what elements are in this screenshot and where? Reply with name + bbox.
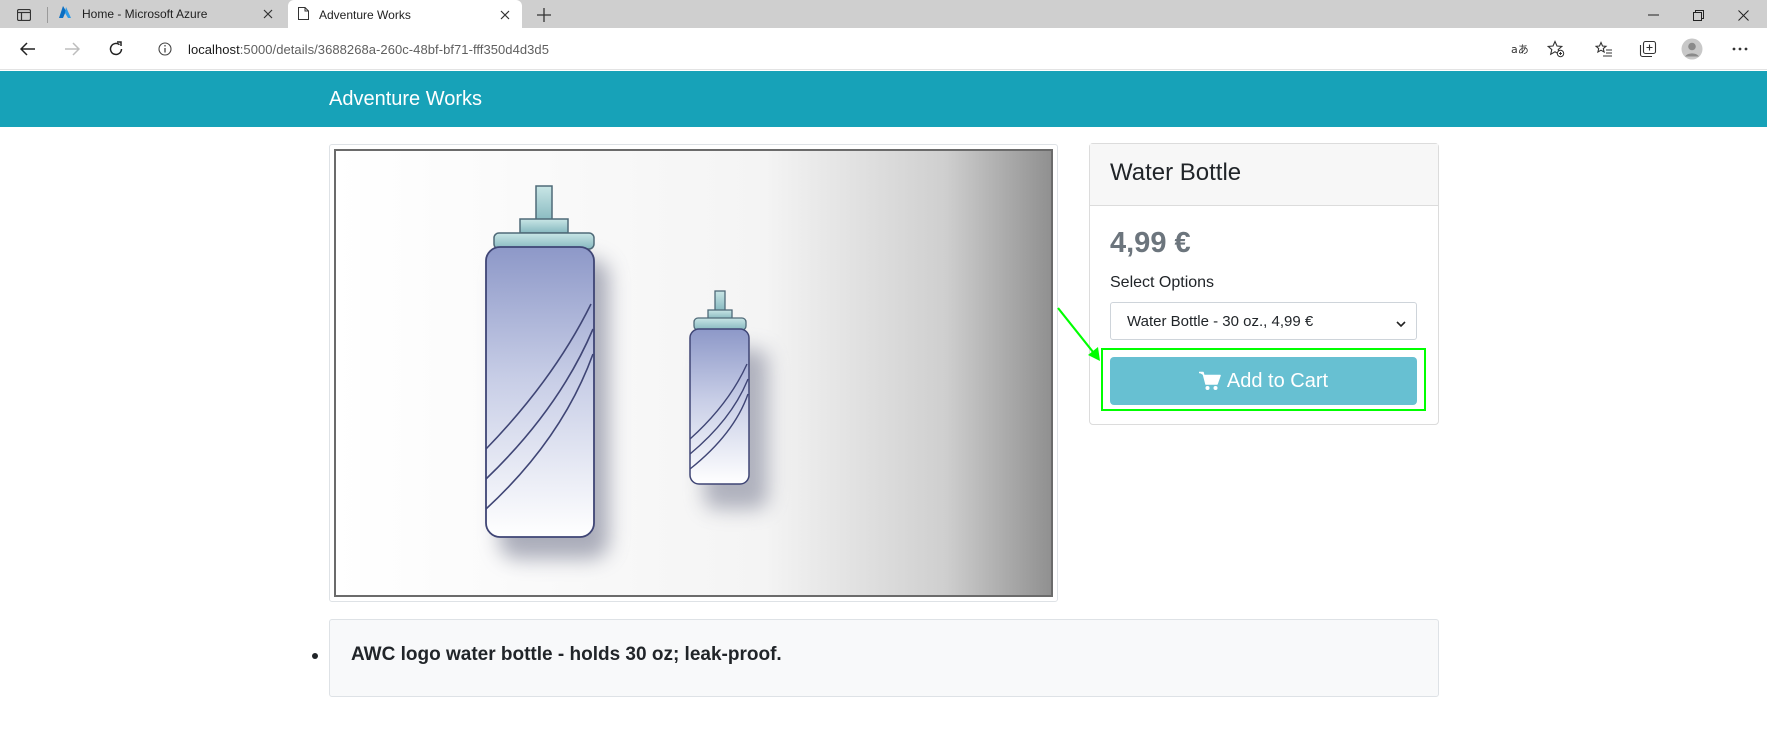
close-window-icon[interactable]	[1732, 4, 1754, 26]
url-host: localhost	[188, 41, 240, 57]
selected-option: Water Bottle - 30 oz., 4,99 €	[1127, 312, 1314, 330]
product-title: Water Bottle	[1110, 159, 1242, 186]
tab-divider	[47, 7, 48, 23]
tab-title: Home - Microsoft Azure	[82, 7, 208, 21]
svg-text:aあ: aあ	[1511, 43, 1529, 56]
tab-title: Adventure Works	[319, 8, 411, 22]
info-icon[interactable]	[154, 38, 176, 60]
product-info-card: Water Bottle 4,99 € Select Options Water…	[1089, 143, 1439, 425]
add-to-cart-button[interactable]: Add to Cart	[1110, 357, 1417, 405]
read-aloud-icon[interactable]: aあ	[1508, 37, 1532, 61]
url-path: :5000/details/3688268a-260c-48bf-bf71-ff…	[239, 41, 549, 57]
annotation-arrow-icon	[1057, 307, 1100, 361]
product-image	[329, 144, 1058, 602]
new-tab-icon[interactable]	[532, 3, 556, 27]
profile-avatar-icon[interactable]	[1680, 37, 1704, 61]
forward-icon[interactable]	[60, 37, 84, 61]
url-field[interactable]: localhost:5000/details/3688268a-260c-48b…	[144, 34, 1484, 64]
options-label: Select Options	[1110, 274, 1215, 291]
more-options-icon[interactable]	[1728, 37, 1752, 61]
restore-icon[interactable]	[1687, 4, 1709, 26]
tab-adventure-works[interactable]: Adventure Works	[288, 0, 522, 30]
card-header: Water Bottle	[1090, 144, 1438, 206]
page-icon	[298, 7, 309, 23]
refresh-icon[interactable]	[104, 37, 128, 61]
collections-icon[interactable]	[1636, 37, 1660, 61]
cart-icon	[1198, 371, 1221, 391]
url-text: localhost:5000/details/3688268a-260c-48b…	[188, 42, 549, 57]
back-icon[interactable]	[16, 37, 40, 61]
tab-actions-icon[interactable]	[12, 5, 36, 25]
product-description: AWC logo water bottle - holds 30 oz; lea…	[312, 619, 1439, 697]
site-navbar: Adventure Works	[0, 71, 1767, 127]
address-bar: localhost:5000/details/3688268a-260c-48b…	[0, 28, 1767, 70]
add-to-cart-label: Add to Cart	[1226, 369, 1329, 392]
chevron-down-icon	[1396, 315, 1406, 332]
product-price: 4,99 €	[1110, 227, 1191, 259]
brand-link[interactable]: Adventure Works	[329, 88, 482, 111]
favorite-add-icon[interactable]	[1544, 37, 1568, 61]
tab-azure[interactable]: Home - Microsoft Azure	[52, 0, 285, 28]
list-bullet	[312, 653, 318, 659]
close-icon[interactable]	[494, 4, 516, 26]
favorites-icon[interactable]	[1592, 37, 1616, 61]
minimize-icon[interactable]	[1642, 4, 1664, 26]
azure-icon	[58, 6, 72, 22]
description-text: AWC logo water bottle - holds 30 oz; lea…	[351, 644, 782, 665]
options-select[interactable]: Water Bottle - 30 oz., 4,99 €	[1110, 302, 1417, 340]
close-icon[interactable]	[257, 3, 279, 25]
tab-bar: Home - Microsoft Azure Adventure Works	[0, 0, 1767, 30]
